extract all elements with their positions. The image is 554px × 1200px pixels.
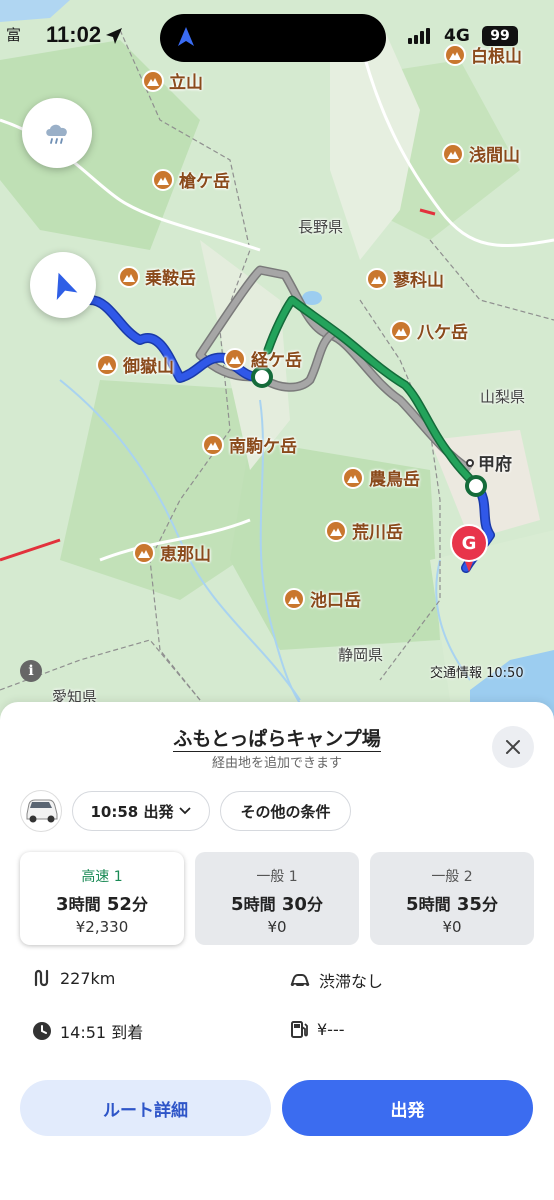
corner-label: 富 xyxy=(6,26,22,44)
prefecture-label: 山梨県 xyxy=(480,388,526,406)
fuel-stat: ¥--- xyxy=(289,1019,345,1039)
mountain-label[interactable]: 農鳥岳 xyxy=(342,465,420,490)
clock-icon xyxy=(33,1022,51,1040)
destination-title[interactable]: ふもとっぱらキャンプ場 xyxy=(0,724,554,752)
prefecture-label: 静岡県 xyxy=(338,646,384,664)
route-duration: 3時間 52分 xyxy=(56,894,148,915)
route-label: 一般 1 xyxy=(256,869,298,885)
start-button[interactable]: 出発 xyxy=(282,1080,533,1136)
mountain-icon xyxy=(442,142,464,165)
mountain-label[interactable]: 八ケ岳 xyxy=(390,318,468,343)
route-option-general-2[interactable]: 一般 2 5時間 35分 ¥0 xyxy=(370,852,534,945)
close-button[interactable] xyxy=(492,726,534,768)
route-toll: ¥2,330 xyxy=(75,918,129,936)
mountain-label[interactable]: 池口岳 xyxy=(283,586,361,611)
weather-button[interactable] xyxy=(22,98,92,168)
mountain-icon xyxy=(325,519,347,542)
mountain-icon xyxy=(96,353,118,376)
chevron-down-icon xyxy=(179,807,192,815)
mountain-label[interactable]: 経ケ岳 xyxy=(224,346,302,371)
info-icon[interactable]: i xyxy=(20,660,42,682)
other-conditions-button[interactable]: その他の条件 xyxy=(220,791,351,831)
mountain-icon xyxy=(342,466,364,489)
route-option-highway-1[interactable]: 高速 1 3時間 52分 ¥2,330 xyxy=(20,852,184,945)
mountain-label[interactable]: 荒川岳 xyxy=(325,518,403,543)
mountain-icon xyxy=(390,319,412,342)
city-label[interactable]: 甲府 xyxy=(466,450,512,475)
vehicle-avatar[interactable] xyxy=(20,790,62,832)
mountain-icon xyxy=(202,433,224,456)
distance-stat: 227km xyxy=(32,968,115,988)
goal-marker[interactable]: G xyxy=(450,524,488,562)
close-icon xyxy=(506,740,520,754)
mountain-label[interactable]: 浅間山 xyxy=(442,141,520,166)
traffic-info: 交通情報 10:50 xyxy=(430,666,524,681)
mountain-label[interactable]: 御嶽山 xyxy=(96,352,174,377)
congestion-stat: 渋滞なし xyxy=(289,968,383,992)
mountain-label[interactable]: 恵那山 xyxy=(133,540,211,565)
city-dot xyxy=(466,458,474,467)
mountain-icon xyxy=(118,265,140,288)
signal-icon xyxy=(408,28,430,44)
route-duration: 5時間 35分 xyxy=(406,894,498,915)
current-location-button[interactable] xyxy=(30,252,96,318)
mountain-icon xyxy=(133,541,155,564)
via-hint[interactable]: 経由地を追加できます xyxy=(0,752,554,771)
fuel-pump-icon xyxy=(291,1021,308,1038)
route-sheet: ふもとっぱらキャンプ場 経由地を追加できます 10:58 出発 その他の条件 高… xyxy=(0,702,554,1200)
route-label: 一般 2 xyxy=(431,869,473,885)
departure-time-button[interactable]: 10:58 出発 xyxy=(72,791,210,831)
navigation-arrow-icon xyxy=(56,272,78,301)
route-option-general-1[interactable]: 一般 1 5時間 30分 ¥0 xyxy=(195,852,359,945)
route-toll: ¥0 xyxy=(442,918,462,936)
traffic-car-icon xyxy=(290,974,310,988)
network-type: 4G xyxy=(444,26,470,46)
mountain-label[interactable]: 槍ケ岳 xyxy=(152,167,230,192)
mountain-label[interactable]: 蓼科山 xyxy=(366,266,444,291)
mountain-icon xyxy=(142,69,164,92)
car-icon xyxy=(26,799,58,823)
prefecture-label: 長野県 xyxy=(298,218,344,236)
mountain-label[interactable]: 立山 xyxy=(142,68,203,93)
status-bar: 富 11:02 4G 99 xyxy=(0,0,554,70)
route-duration: 5時間 30分 xyxy=(231,894,323,915)
status-time: 11:02 xyxy=(46,22,102,47)
route-distance-icon xyxy=(34,969,49,987)
navigation-arrow-icon xyxy=(178,27,194,46)
mountain-icon xyxy=(224,347,246,370)
mountain-icon xyxy=(283,587,305,610)
location-arrow-icon xyxy=(106,28,122,44)
route-toll: ¥0 xyxy=(267,918,287,936)
route-detail-button[interactable]: ルート詳細 xyxy=(20,1080,271,1136)
route-label: 高速 1 xyxy=(81,869,123,885)
battery-icon: 99 xyxy=(482,26,518,46)
map-view[interactable]: 立山 白根山 浅間山 槍ケ岳 乗鞍岳 蓼科山 八ケ岳 御嶽山 経ケ岳 南駒ケ岳 … xyxy=(0,0,554,720)
mountain-icon xyxy=(152,168,174,191)
arrival-stat: 14:51 到着 xyxy=(32,1019,143,1043)
rain-cloud-icon xyxy=(46,124,67,144)
mountain-label[interactable]: 乗鞍岳 xyxy=(118,264,196,289)
mountain-label[interactable]: 南駒ケ岳 xyxy=(202,432,297,457)
mountain-icon xyxy=(366,267,388,290)
